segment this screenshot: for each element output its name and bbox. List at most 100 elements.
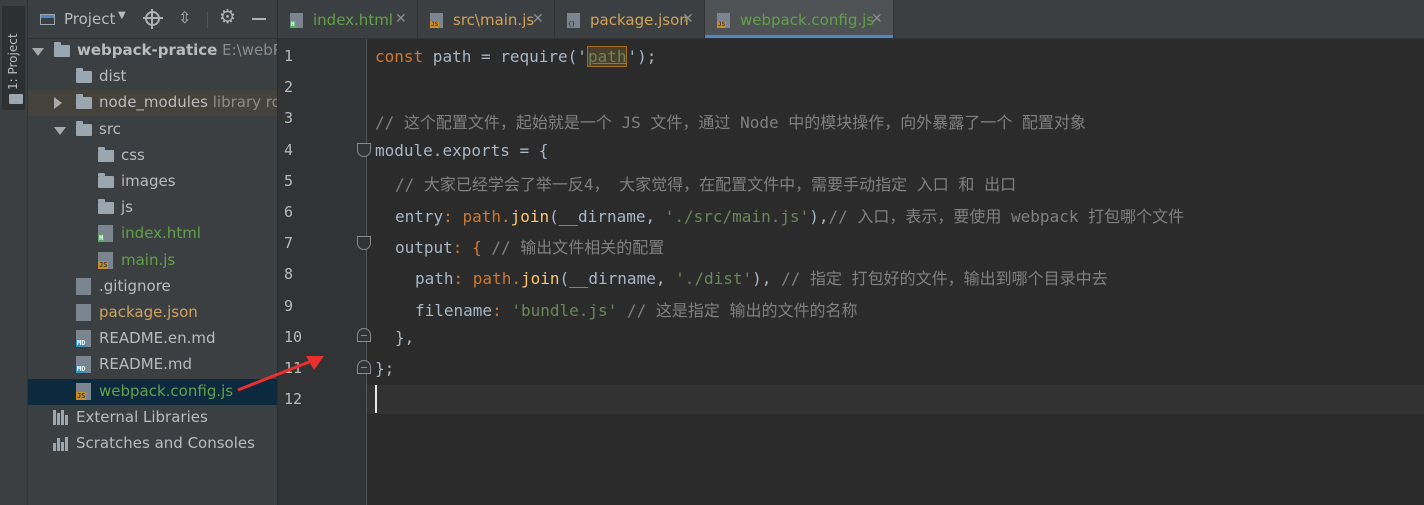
line-number: 1 <box>284 47 294 65</box>
md-file-icon: MD <box>76 330 91 348</box>
tab-index-html[interactable]: Hindex.html ✕ <box>278 0 417 38</box>
scratch-icon <box>53 436 70 451</box>
js-file-icon: JS <box>717 13 730 28</box>
tree-item[interactable]: package.json <box>28 300 277 326</box>
code-line-11: }; <box>375 359 395 378</box>
tab-src-main-js[interactable]: JS src\main.js ✕ <box>418 0 554 38</box>
chevron-right-icon[interactable] <box>54 97 62 110</box>
tree-item-path: E:\webPro <box>222 41 277 59</box>
tree-item[interactable]: css <box>28 143 277 169</box>
fold-toggle-icon[interactable] <box>357 328 371 342</box>
close-icon[interactable]: ✕ <box>871 11 883 27</box>
close-icon[interactable]: ✕ <box>395 11 407 27</box>
folder-icon <box>98 146 114 162</box>
code-line-9: filename: 'bundle.js' // 这是指定 输出的文件的名称 <box>415 301 858 320</box>
chevron-down-icon[interactable] <box>32 48 44 56</box>
folder-icon <box>98 173 114 188</box>
chevron-down-icon[interactable] <box>54 126 66 135</box>
tree-item-label: webpack-pratice E:\webPro <box>77 41 277 59</box>
code-line-8: path: path.join(__dirname, './dist'), //… <box>415 269 1108 288</box>
json-file-icon: {} <box>567 13 580 28</box>
tree-item-label: .gitignore <box>99 276 171 295</box>
locate-file-icon[interactable] <box>143 9 163 29</box>
tool-window-strip: 1: Project <box>0 0 28 505</box>
tab-webpack-config-js[interactable]: JS webpack.config.js ✕ <box>705 0 893 38</box>
code-line-6: entry: path.join(__dirname, './src/main.… <box>395 207 1185 226</box>
tree-item-label: External Libraries <box>76 407 208 426</box>
json-file-icon <box>76 304 91 321</box>
library-icon <box>53 409 70 425</box>
html-file-icon: H <box>98 225 113 243</box>
tree-item-label: main.js <box>121 250 176 269</box>
tab-label: src\main.js <box>453 11 535 29</box>
project-window-icon <box>40 14 55 25</box>
close-icon[interactable]: ✕ <box>532 11 544 27</box>
fold-toggle-icon[interactable] <box>357 360 371 374</box>
tree-item-path: library ro <box>207 93 278 112</box>
editor-tab-bar: Hindex.html ✕ JS src\main.js ✕{} package.json… <box>278 0 1424 39</box>
js-file-icon: JS <box>430 13 443 28</box>
gutter-divider <box>366 39 367 505</box>
current-line-highlight <box>367 385 1424 414</box>
code-line-1: const path = require('path'); <box>375 46 657 67</box>
tree-item[interactable]: js <box>28 195 277 221</box>
js-file-icon: JS <box>76 382 91 400</box>
text-cursor <box>375 385 377 413</box>
project-panel: Project ▼ ⇳ ⚙ webpack-pratice E:\webPro d… <box>28 0 278 505</box>
tree-item[interactable]: images <box>28 169 277 195</box>
tree-item-label: index.html <box>121 224 201 243</box>
md-file-icon: MD <box>76 356 91 374</box>
scratches-and-consoles[interactable]: Scratches and Consoles <box>28 431 277 457</box>
tree-item[interactable]: .gitignore <box>28 274 277 300</box>
code-line-4: module.exports = { <box>375 141 549 160</box>
tab-package-json[interactable]: {} package.json ✕ <box>555 0 704 38</box>
code-line-5: // 大家已经学会了举一反4， 大家觉得，在配置文件中，需要手动指定 入口 和 … <box>395 175 1017 194</box>
line-number: 4 <box>284 140 294 159</box>
folder-icon <box>76 94 92 110</box>
caret-down-icon[interactable]: ▼ <box>118 10 126 21</box>
tree-item[interactable]: node_modules library ro <box>28 90 278 117</box>
gear-icon[interactable]: ⚙ <box>219 6 236 28</box>
external-libraries[interactable]: External Libraries <box>28 405 277 431</box>
line-number: 6 <box>284 203 294 221</box>
folder-icon <box>54 42 70 57</box>
tree-item-label: Scratches and Consoles <box>76 434 255 452</box>
folder-icon <box>98 199 114 215</box>
tree-item[interactable]: dist <box>28 64 277 90</box>
tree-item[interactable]: src <box>28 117 277 143</box>
code-line-7: output: { // 输出文件相关的配置 <box>395 238 665 257</box>
folder-icon <box>76 120 92 136</box>
tree-item[interactable]: JS main.js <box>28 248 277 274</box>
project-view-selector[interactable]: Project <box>64 10 115 28</box>
tree-item-label: README.md <box>99 355 193 374</box>
tree-item[interactable]: Hindex.html <box>28 221 277 247</box>
annotation-arrow-icon <box>237 356 324 392</box>
html-file-icon: H <box>290 13 303 28</box>
project-tool-label: 1: Project <box>6 33 20 90</box>
tree-item-label: images <box>121 172 176 190</box>
line-number: 5 <box>284 171 294 190</box>
folder-icon <box>9 94 23 104</box>
tab-label: package.json <box>590 11 689 29</box>
tree-item-label: node_modules library ro <box>99 93 278 112</box>
collapse-all-icon[interactable]: ⇳ <box>178 8 191 27</box>
tab-divider <box>893 0 894 38</box>
tree-item-label: dist <box>99 67 127 86</box>
git-file-icon <box>76 277 91 295</box>
tree-item-label: package.json <box>99 303 198 321</box>
line-number: 9 <box>284 296 294 315</box>
close-icon[interactable]: ✕ <box>682 11 694 27</box>
line-number: 7 <box>284 234 294 253</box>
fold-toggle-icon[interactable] <box>357 143 371 157</box>
tab-label: index.html <box>313 11 393 29</box>
tree-item-label: src <box>99 119 121 138</box>
project-panel-header: Project ▼ ⇳ ⚙ <box>28 0 277 39</box>
tree-item[interactable]: webpack-pratice E:\webPro <box>28 38 277 64</box>
folder-icon <box>76 68 92 84</box>
line-number: 10 <box>284 327 303 346</box>
fold-toggle-icon[interactable] <box>357 236 371 250</box>
tree-item-label: webpack.config.js <box>99 381 234 400</box>
project-tool-tab[interactable]: 1: Project <box>2 6 25 110</box>
tree-item-label: README.en.md <box>99 329 216 348</box>
hide-panel-icon[interactable] <box>252 18 266 20</box>
